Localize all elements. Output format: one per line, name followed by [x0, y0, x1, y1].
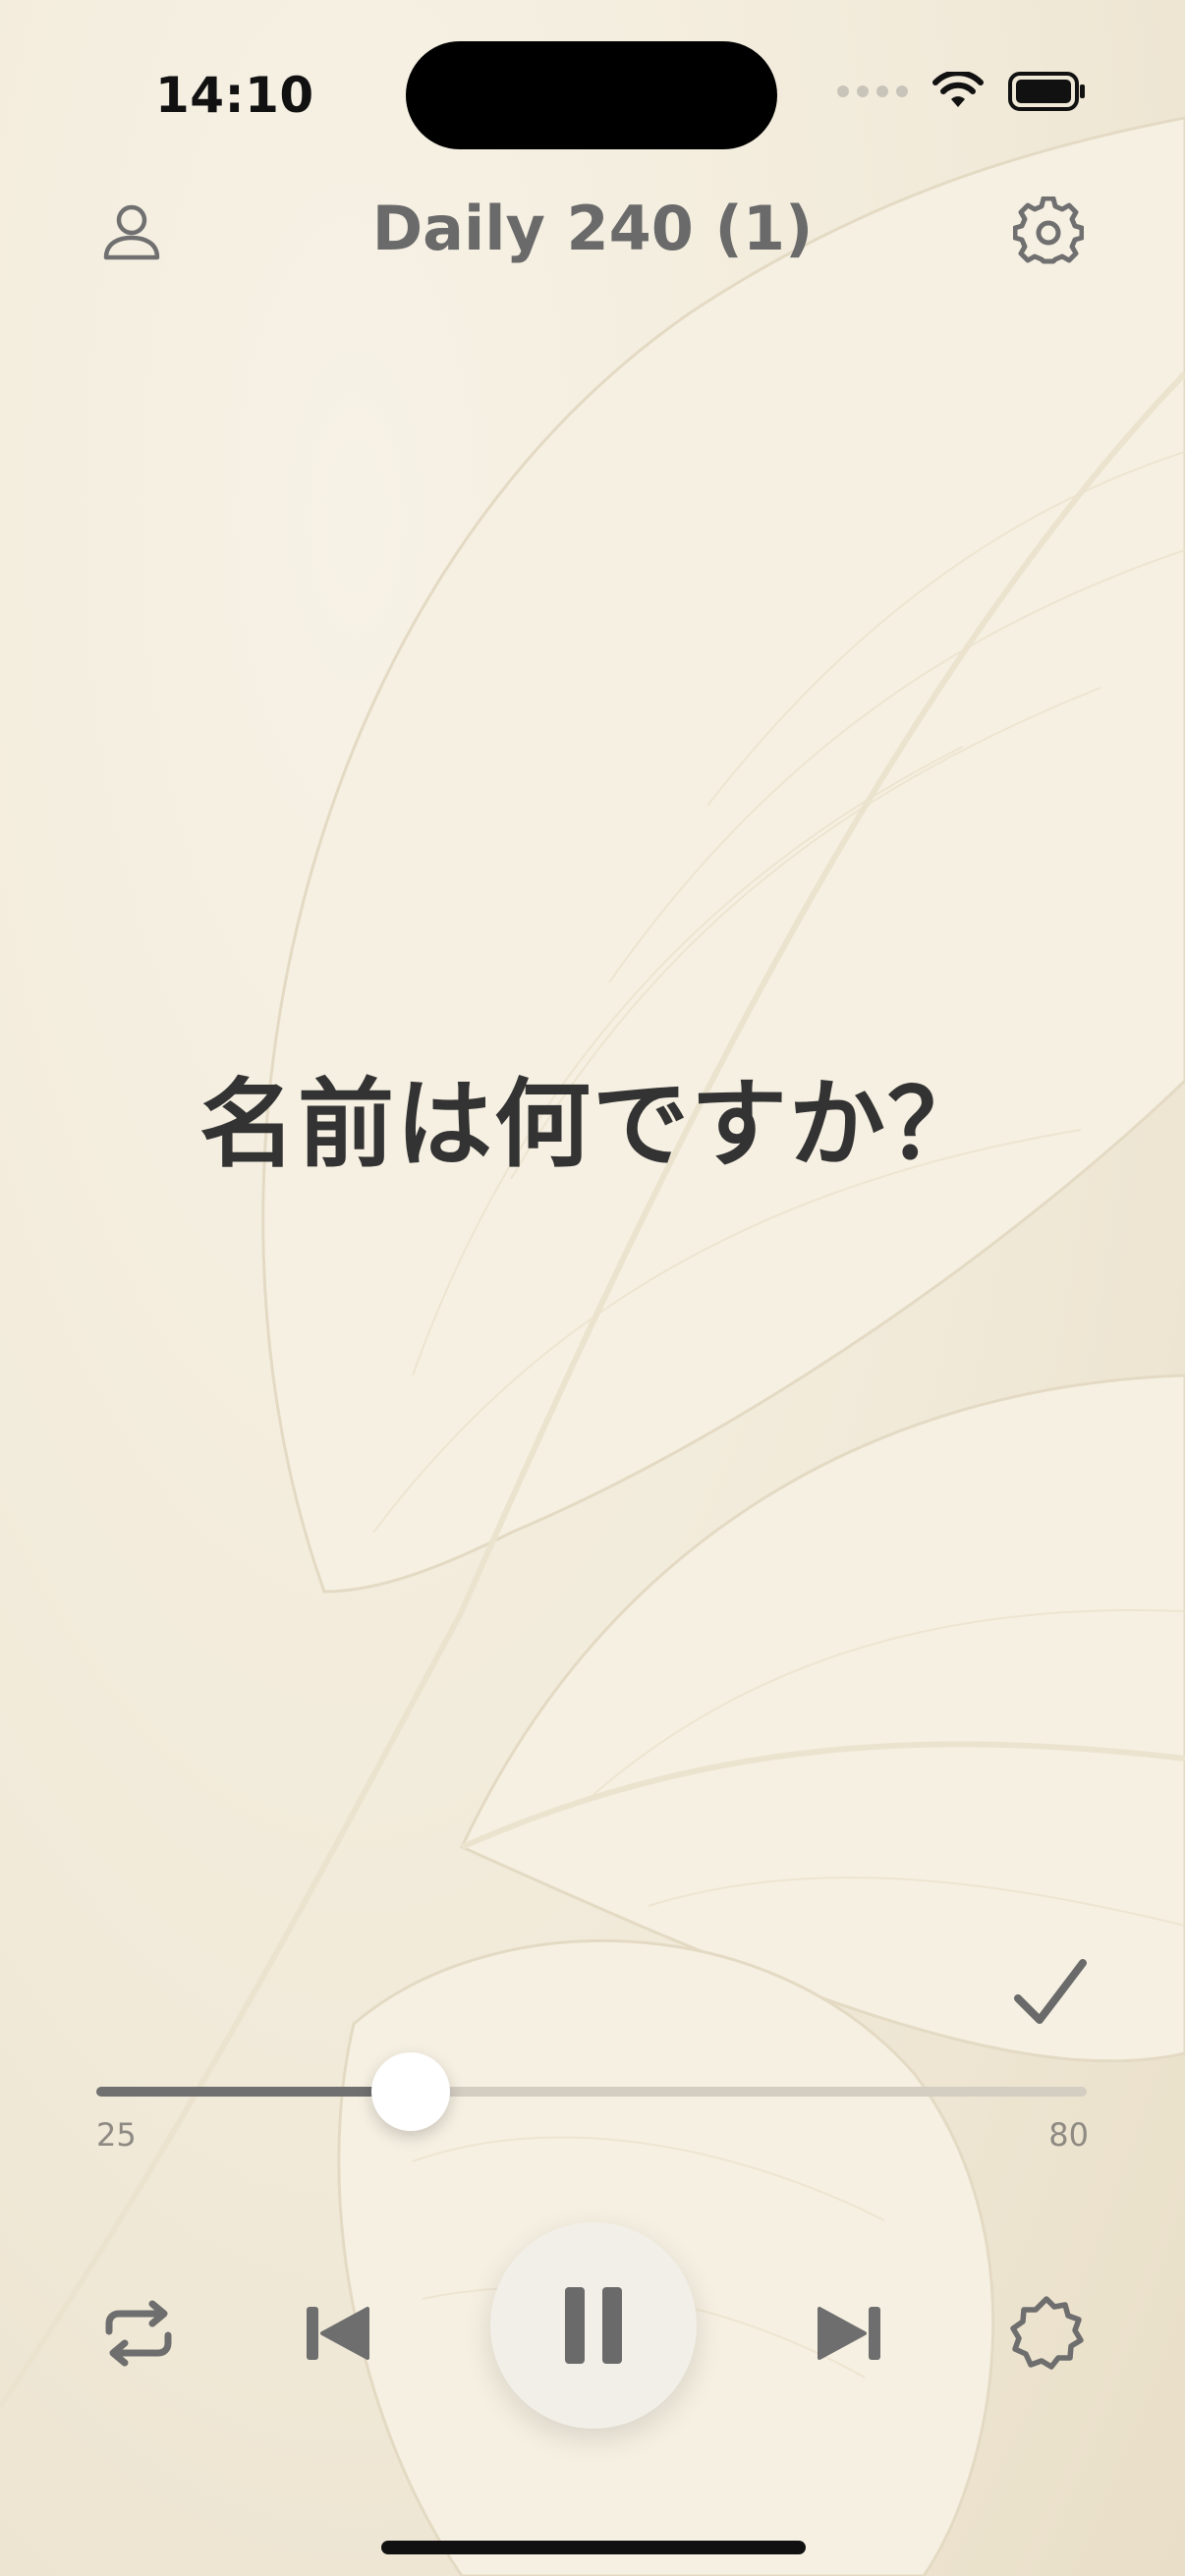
- pause-button[interactable]: [490, 2222, 697, 2429]
- flashcard-phrase: 名前は何ですか？: [198, 1069, 986, 1181]
- wifi-icon: [932, 72, 984, 107]
- leaf-background: [0, 116, 1185, 2576]
- settings-button[interactable]: [1009, 193, 1088, 271]
- options-button[interactable]: [1002, 2289, 1091, 2378]
- battery-icon: [1008, 72, 1085, 111]
- status-icons: [837, 71, 1087, 112]
- cellular-signal-icon: [837, 85, 908, 97]
- slider-track-fill: [96, 2087, 411, 2097]
- pause-icon: [565, 2287, 622, 2364]
- dynamic-island: [406, 41, 777, 149]
- settings-badge-icon: [1010, 2296, 1084, 2370]
- mark-known-button[interactable]: [1012, 1955, 1089, 2032]
- slider-thumb[interactable]: [370, 2052, 450, 2131]
- skip-forward-icon: [818, 2307, 880, 2360]
- speed-slider[interactable]: [96, 2052, 1087, 2131]
- repeat-icon: [105, 2300, 172, 2367]
- home-indicator: [381, 2541, 806, 2554]
- next-button[interactable]: [806, 2289, 894, 2378]
- gear-icon: [1013, 196, 1084, 264]
- page-title: Daily 240 (1): [371, 193, 814, 264]
- skip-back-icon: [307, 2307, 369, 2360]
- checkmark-icon: [1014, 1959, 1087, 2024]
- screen: 14:10 Daily 240 (1) 名前は何ですか？ 25 80: [0, 0, 1185, 2576]
- previous-button[interactable]: [293, 2289, 381, 2378]
- status-time: 14:10: [155, 67, 314, 124]
- slider-max-label: 80: [1048, 2116, 1089, 2154]
- leaf-shape-large: [261, 116, 1185, 1594]
- slider-min-label: 25: [96, 2116, 137, 2154]
- repeat-button[interactable]: [94, 2289, 183, 2378]
